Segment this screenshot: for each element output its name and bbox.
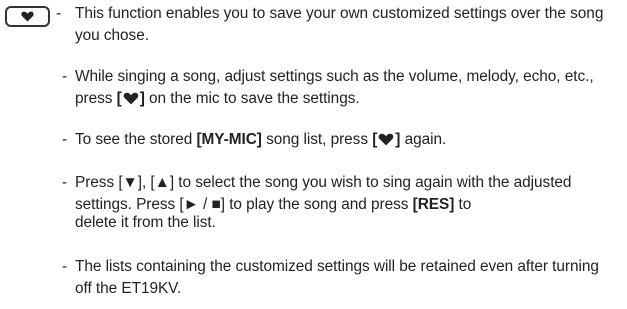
- heart-icon: [123, 92, 138, 105]
- bullet-dash: -: [62, 68, 68, 85]
- instruction-item-retention: - The lists containing the customized se…: [62, 256, 617, 300]
- instruction-item-view-list: - To see the stored [MY-MIC] song list, …: [62, 129, 617, 151]
- instruction-text-part: again.: [400, 131, 447, 148]
- manual-page: - This function enables you to save your…: [0, 0, 627, 309]
- instruction-text-part: To see the stored: [75, 131, 197, 148]
- instruction-text: The lists containing the customized sett…: [75, 258, 599, 297]
- instruction-text: To see the stored [MY-MIC] song list, pr…: [62, 129, 617, 151]
- heart-key-reference: []: [117, 90, 145, 107]
- bullet-dash: -: [56, 5, 62, 22]
- instruction-item-adjust-settings: - While singing a song, adjust settings …: [62, 66, 617, 110]
- instruction-text-part: on the mic to save the settings.: [144, 90, 360, 107]
- instruction-text-part: song list, press: [261, 131, 373, 148]
- bullet-dash: -: [62, 131, 68, 148]
- bracket-open: [: [372, 131, 378, 148]
- heart-key-reference: []: [372, 131, 400, 148]
- instruction-text-part: Press [▼], [▲] to select the song you wi…: [75, 174, 572, 213]
- bullet-dash: -: [62, 174, 68, 191]
- heart-icon: [21, 11, 34, 22]
- instruction-item-select-song: - Press [▼], [▲] to select the song you …: [62, 172, 617, 230]
- instruction-text: This function enables you to save your o…: [75, 5, 604, 44]
- bullet-dash: -: [62, 258, 68, 275]
- instruction-text-part: delete it from the list.: [75, 214, 216, 231]
- instruction-text-part: to: [454, 196, 472, 213]
- res-key-label: [RES]: [412, 196, 455, 213]
- heart-icon: [379, 133, 394, 146]
- my-mic-label: [MY-MIC]: [196, 131, 262, 148]
- instruction-item-save-function: - This function enables you to save your…: [56, 3, 617, 47]
- instruction-text: Press [▼], [▲] to select the song you wi…: [62, 172, 617, 230]
- heart-key-button: [5, 6, 50, 27]
- bracket-open: [: [116, 90, 122, 107]
- instruction-text: While singing a song, adjust settings su…: [62, 66, 617, 110]
